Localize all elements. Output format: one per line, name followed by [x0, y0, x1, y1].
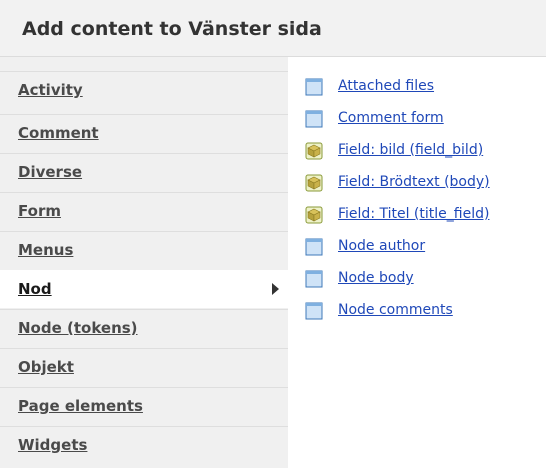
category-item-activity[interactable]: Activity: [0, 71, 288, 109]
content-item-link[interactable]: Field: Titel (title_field): [338, 206, 489, 222]
category-item-widgets[interactable]: Widgets: [0, 426, 288, 464]
document-icon: [305, 110, 323, 128]
caret-right-icon: [272, 283, 279, 295]
category-label[interactable]: Menus: [18, 241, 73, 259]
category-label[interactable]: Comment: [18, 124, 99, 142]
document-icon: [305, 302, 323, 320]
category-item-nod[interactable]: Nod: [0, 270, 289, 308]
category-item-page-elements[interactable]: Page elements: [0, 387, 288, 425]
content-item-link[interactable]: Node author: [338, 238, 425, 254]
content-item-link[interactable]: Field: bild (field_bild): [338, 142, 483, 158]
content-item-link[interactable]: Attached files: [338, 78, 434, 94]
category-item-form[interactable]: Form: [0, 192, 288, 230]
document-icon: [305, 270, 323, 288]
cube-icon: [305, 142, 323, 160]
document-icon: [305, 78, 323, 96]
category-label[interactable]: Objekt: [18, 358, 74, 376]
category-item-diverse[interactable]: Diverse: [0, 153, 288, 191]
content-item-link[interactable]: Comment form: [338, 110, 444, 126]
category-label[interactable]: Nod: [18, 280, 52, 298]
modal-header: Add content to Vänster sida: [0, 0, 546, 57]
category-item-node-tokens[interactable]: Node (tokens): [0, 309, 288, 347]
document-icon: [305, 238, 323, 256]
category-label[interactable]: Widgets: [18, 436, 87, 454]
category-item-objekt[interactable]: Objekt: [0, 348, 288, 386]
cube-icon: [305, 206, 323, 224]
page-title: Add content to Vänster sida: [22, 18, 322, 40]
category-label[interactable]: Page elements: [18, 397, 143, 415]
category-label[interactable]: Diverse: [18, 163, 82, 181]
content-item-link[interactable]: Node comments: [338, 302, 453, 318]
cube-icon: [305, 174, 323, 192]
content-item-link[interactable]: Node body: [338, 270, 414, 286]
category-sidebar: Activity Comment Diverse Form Menus Nod …: [0, 57, 289, 468]
category-item-menus[interactable]: Menus: [0, 231, 288, 269]
content-item-link[interactable]: Field: Brödtext (body): [338, 174, 490, 190]
category-label[interactable]: Form: [18, 202, 61, 220]
category-label[interactable]: Activity: [18, 81, 83, 99]
category-item-comment[interactable]: Comment: [0, 114, 288, 152]
content-list: Attached files Comment form Field: bild …: [289, 57, 546, 468]
category-label[interactable]: Node (tokens): [18, 319, 138, 337]
